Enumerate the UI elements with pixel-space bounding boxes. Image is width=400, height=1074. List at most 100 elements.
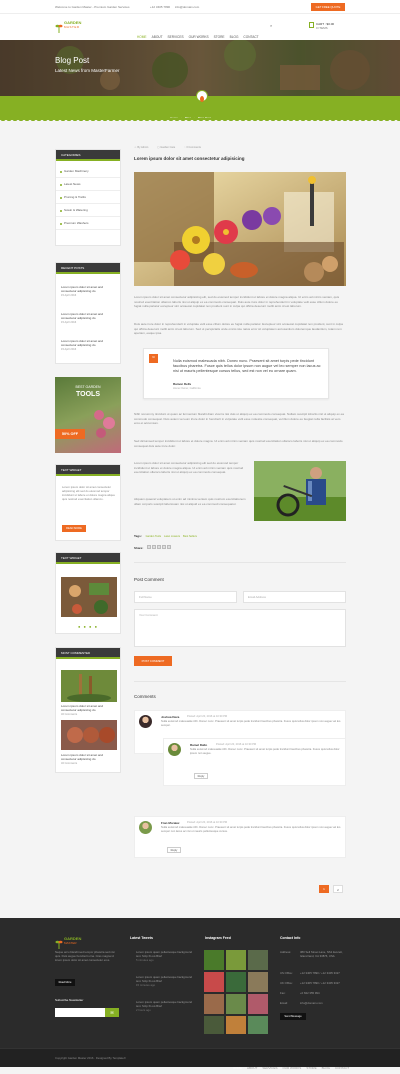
- post-paragraph-1: Lorem ipsum dolor sit amet consectetur a…: [134, 295, 340, 308]
- comment-textarea[interactable]: Your Comment: [134, 609, 346, 647]
- category-item[interactable]: Garden Machinery: [56, 165, 120, 178]
- facebook-icon[interactable]: [147, 545, 152, 549]
- divider: [134, 681, 346, 682]
- leaf-badge-icon: [196, 90, 208, 102]
- nav-blog[interactable]: BLOG: [230, 35, 239, 39]
- comment-meta: Posted: April 20, 2016 at 10:30 PM: [216, 743, 257, 746]
- linkedin-icon[interactable]: [162, 545, 167, 549]
- footer-read-more-button[interactable]: Read More: [55, 979, 75, 986]
- page-1-button[interactable]: 1: [319, 885, 329, 893]
- post-author[interactable]: By Admin: [137, 146, 148, 149]
- category-item[interactable]: Premium Washers: [56, 217, 120, 230]
- recent-post-date: 15 April 2016: [61, 348, 77, 351]
- cart-items: 0 ITEMS: [316, 26, 328, 30]
- twitter-icon[interactable]: [152, 545, 157, 549]
- avatar: [139, 821, 152, 834]
- contact-label: US Office:: [280, 971, 293, 975]
- contact-value: +0 842 355 994: [300, 991, 320, 995]
- tag-link[interactable]: Garden Tools: [146, 535, 161, 538]
- promo-discount: 50% OFF: [55, 429, 85, 439]
- contact-label: Email:: [280, 1001, 288, 1005]
- nav-services[interactable]: SERVICES: [168, 35, 184, 39]
- comment-text: Nulla euismod malesuada nibh. Donec nunc…: [190, 748, 340, 755]
- contact-label: UK Office:: [280, 981, 293, 985]
- comments-title: Comments: [134, 694, 156, 699]
- footer-logo-icon: [55, 936, 63, 949]
- reply-button[interactable]: Reply: [194, 773, 208, 779]
- share-label: Share:: [134, 546, 144, 550]
- nav-home[interactable]: HOME: [137, 35, 147, 39]
- comment-meta: Posted: April 20, 2016 at 10:30 PM: [187, 821, 228, 824]
- hero-subtitle: Latest News from MasterFarmer: [55, 68, 120, 73]
- contact-value: 380 Sell Street Lane, NS1 Everett, Islan…: [300, 950, 343, 958]
- post-comment-title: Post Comment: [134, 577, 164, 582]
- instagram-grid[interactable]: [204, 950, 270, 1034]
- free-quote-button[interactable]: GET FREE QUOTE: [311, 3, 345, 11]
- most-commented-post-title[interactable]: Lorem ipsum dolor sit amet and consectet…: [61, 753, 117, 761]
- reply-button[interactable]: Reply: [167, 847, 181, 853]
- tag-link[interactable]: Lawn mowers: [164, 535, 180, 538]
- post-inline-image: [254, 461, 346, 521]
- send-message-button[interactable]: Send Message: [280, 1013, 306, 1020]
- post-comment-button[interactable]: POST COMMENT: [134, 656, 172, 666]
- category-item[interactable]: Pruning & Trellis: [56, 191, 120, 204]
- name-field[interactable]: Full Name: [134, 591, 237, 603]
- cart-icon[interactable]: [309, 22, 314, 28]
- post-comment-count[interactable]: 3 Comments: [186, 146, 201, 149]
- recent-post-title[interactable]: Lorem ipsum dolor sit amet and consectet…: [61, 339, 117, 347]
- slider-dots[interactable]: ● ● ● ●: [78, 624, 98, 629]
- tweet-time: 15 minutes ago: [136, 983, 156, 987]
- most-commented-image[interactable]: [61, 670, 117, 702]
- main-header: GARDEN MASTER HOME ABOUT SERVICES OUR WORKS…: [0, 14, 400, 40]
- most-commented-image[interactable]: [61, 720, 117, 750]
- hero-banner: Blog Post Latest News from MasterFarmer: [0, 40, 400, 96]
- promo-top: BEST GARDEN: [75, 385, 101, 389]
- quote-text: Nulla euismod malesuada nibh. Donec nunc…: [173, 359, 321, 373]
- slider-image: [61, 577, 117, 617]
- pinterest-icon[interactable]: [167, 545, 172, 549]
- instagram-title: Instagram Feed: [205, 936, 231, 940]
- tag-link[interactable]: Best Sellers: [183, 535, 197, 538]
- footer-logo-bottom: MASTER: [64, 941, 77, 945]
- newsletter-input[interactable]: [55, 1008, 105, 1017]
- promo-flowers-image: [94, 410, 115, 438]
- hero-title: Blog Post: [55, 56, 90, 65]
- nav-contact[interactable]: CONTACT: [243, 35, 258, 39]
- email-link[interactable]: info@domain.com: [175, 5, 199, 9]
- contact-value: +12 3405 7890 / +12 3405 3327: [300, 971, 340, 975]
- logo-text-bottom[interactable]: MASTER: [64, 25, 80, 29]
- nav-store[interactable]: STORE: [214, 35, 225, 39]
- text-widget-body: Lorem ipsum dolor sit amet consectetur a…: [62, 485, 115, 501]
- tweet-time: 5 minutes ago: [136, 958, 154, 962]
- most-commented-widget: MOST COMMENTED Lorem ipsum dolor sit ame…: [55, 647, 121, 773]
- logo-icon[interactable]: [55, 20, 63, 33]
- recent-post-title[interactable]: Lorem ipsum dolor sit amet and consectet…: [61, 285, 117, 293]
- nav-about[interactable]: ABOUT: [152, 35, 163, 39]
- google-plus-icon[interactable]: [157, 545, 162, 549]
- email-field[interactable]: Email Address: [243, 591, 346, 603]
- quote-role: Home Owner, California: [173, 387, 201, 390]
- tweet-text: Lorem ipsum quam pellentesque background…: [136, 950, 192, 958]
- avatar: [139, 715, 152, 728]
- tags-label: Tags:: [134, 534, 142, 538]
- search-icon[interactable]: ⌕: [270, 23, 272, 28]
- comment-author: Ramel Dallo: [190, 743, 208, 747]
- most-commented-post-title[interactable]: Lorem ipsum dolor sit amet and consectet…: [61, 704, 117, 712]
- promo-banner[interactable]: BEST GARDEN TOOLS 50% OFF: [55, 377, 121, 453]
- nav-our-works[interactable]: OUR WORKS: [189, 35, 209, 39]
- post-category[interactable]: Garden Care: [160, 146, 175, 149]
- recent-post-title[interactable]: Lorem ipsum dolor sit amet and consectet…: [61, 312, 117, 320]
- recent-posts-title: RECENT POSTS: [56, 263, 120, 274]
- divider: [134, 562, 346, 563]
- page-2-button[interactable]: 2: [333, 885, 343, 893]
- read-more-button[interactable]: READ MORE: [62, 525, 86, 532]
- footer-nav: HOME ABOUT SERVICES OUR WORKS STORE BLOG CONTA…: [228, 1056, 349, 1074]
- comment-meta: Posted: April 20, 2016 at 10:30 PM: [187, 715, 228, 718]
- quote-author: Ramon Dells: [173, 382, 192, 386]
- newsletter-send-icon[interactable]: ✉: [105, 1008, 119, 1017]
- contact-label: Address:: [280, 950, 292, 954]
- category-item[interactable]: Latest News: [56, 178, 120, 191]
- category-item[interactable]: Sowin & Watering: [56, 204, 120, 217]
- top-bar: Welcome to Garden Master - Premium Garde…: [0, 0, 400, 14]
- tweet-text: Lorem ipsum quam pellentesque background…: [136, 1000, 192, 1008]
